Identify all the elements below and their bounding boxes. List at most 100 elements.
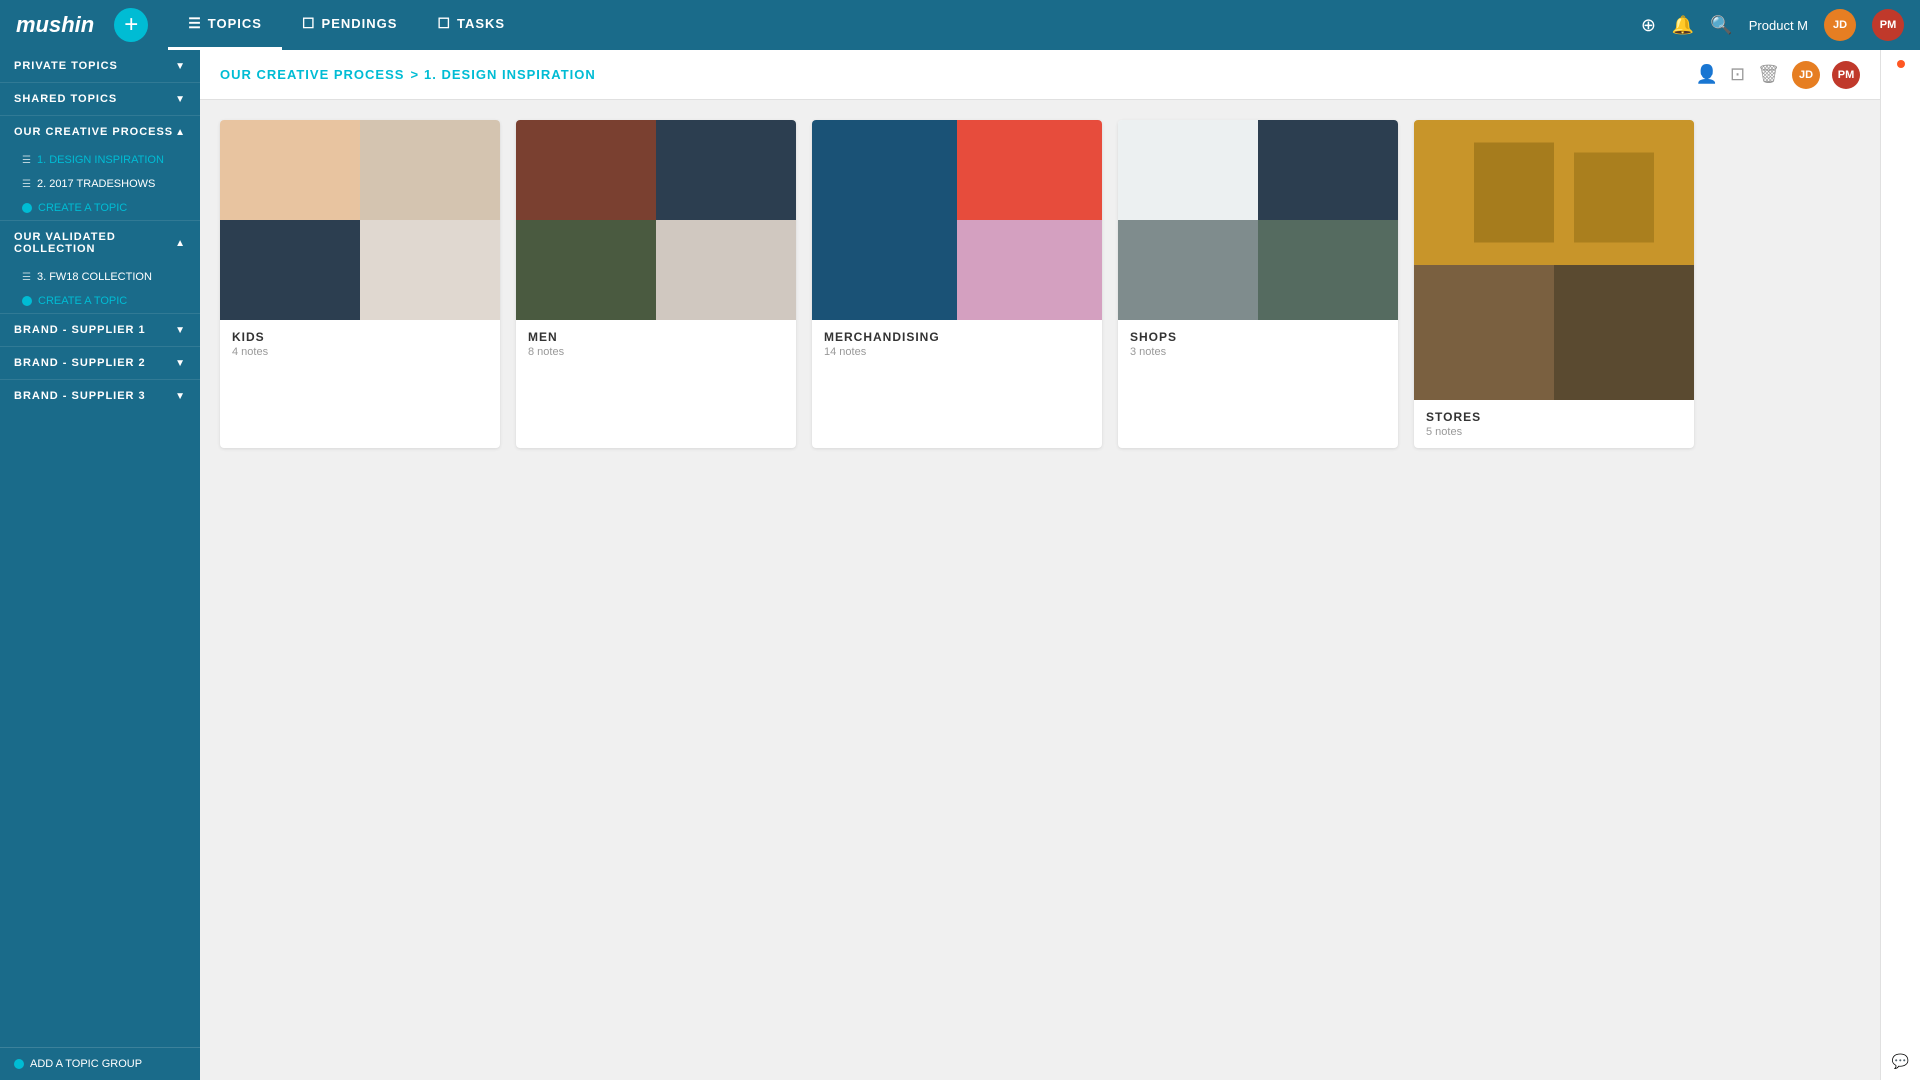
brand-supplier-3-label: BRAND - SUPPLIER 3 bbox=[14, 390, 146, 402]
merch-img-3 bbox=[957, 220, 1102, 320]
content-scroll[interactable]: KIDS 4 notes MEN 8 notes bbox=[200, 100, 1880, 1080]
private-topics-header[interactable]: PRIVATE TOPICS ▼ bbox=[0, 50, 200, 82]
notification-dot bbox=[1897, 60, 1905, 68]
doc-icon-3: ☰ bbox=[22, 272, 31, 283]
create-topic-btn-2[interactable]: CREATE A TOPIC bbox=[0, 289, 200, 313]
topic-shops-info: SHOPS 3 notes bbox=[1118, 320, 1398, 368]
breadcrumb: OUR CREATIVE PROCESS > 1. DESIGN INSPIRA… bbox=[220, 67, 596, 82]
tab-tasks[interactable]: ☐ TASKS bbox=[417, 0, 525, 50]
doc-icon-1: ☰ bbox=[22, 155, 31, 166]
topic-kids-notes: 4 notes bbox=[232, 346, 488, 358]
topic-kids-name: KIDS bbox=[232, 330, 488, 344]
topic-shops-notes: 3 notes bbox=[1130, 346, 1386, 358]
stores-img-3 bbox=[1554, 265, 1694, 400]
tab-topics-label: TOPICS bbox=[208, 16, 262, 31]
brand-supplier-2-header[interactable]: BRAND - SUPPLIER 2 ▼ bbox=[0, 346, 200, 379]
user-label: Product M bbox=[1749, 18, 1808, 33]
topic-card-shops[interactable]: SHOPS 3 notes bbox=[1118, 120, 1398, 448]
topic-men-notes: 8 notes bbox=[528, 346, 784, 358]
notification-icon[interactable]: 🔔 bbox=[1672, 15, 1694, 36]
shops-img-3 bbox=[1118, 220, 1258, 320]
kids-img-2 bbox=[360, 120, 500, 220]
shared-topics-label: SHARED TOPICS bbox=[14, 93, 117, 105]
tab-topics[interactable]: ☰ TOPICS bbox=[168, 0, 282, 50]
avatar-jd[interactable]: JD bbox=[1824, 9, 1856, 41]
topic-stores-notes: 5 notes bbox=[1426, 426, 1682, 438]
stores-img-2 bbox=[1414, 265, 1554, 400]
topics-grid: KIDS 4 notes MEN 8 notes bbox=[220, 120, 1860, 448]
topic-kids-info: KIDS 4 notes bbox=[220, 320, 500, 368]
add-button[interactable]: + bbox=[114, 8, 148, 42]
shared-topics-chevron: ▼ bbox=[175, 94, 186, 105]
add-topic-group-dot bbox=[14, 1059, 24, 1069]
topic-card-stores[interactable]: STORES 5 notes bbox=[1414, 120, 1694, 448]
our-validated-collection-header[interactable]: OUR VALIDATED COLLECTION ▲ bbox=[0, 220, 200, 265]
sidebar-item-design-inspiration[interactable]: ☰ 1. DESIGN INSPIRATION bbox=[0, 148, 200, 172]
pendings-icon: ☐ bbox=[302, 15, 316, 32]
stores-svg-bg bbox=[1414, 120, 1694, 265]
create-topic-btn-1[interactable]: CREATE A TOPIC bbox=[0, 196, 200, 220]
kids-img-1 bbox=[220, 120, 360, 220]
shops-img-2 bbox=[1258, 120, 1398, 220]
our-creative-process-chevron: ▲ bbox=[175, 127, 186, 138]
tradeshows-label: 2. 2017 TRADESHOWS bbox=[37, 178, 155, 190]
topic-card-merchandising[interactable]: MERCHANDISING 14 notes bbox=[812, 120, 1102, 448]
topic-card-men[interactable]: MEN 8 notes bbox=[516, 120, 796, 448]
shared-topics-header[interactable]: SHARED TOPICS ▼ bbox=[0, 82, 200, 115]
topics-icon: ☰ bbox=[188, 15, 202, 32]
right-panel: 💬 bbox=[1880, 50, 1920, 1080]
header-avatar-pm[interactable]: PM bbox=[1832, 61, 1860, 89]
brand-supplier-2-chevron: ▼ bbox=[175, 358, 186, 369]
sidebar-item-tradeshows[interactable]: ☰ 2. 2017 TRADESHOWS bbox=[0, 172, 200, 196]
men-img-1 bbox=[516, 120, 656, 220]
our-creative-process-header[interactable]: OUR CREATIVE PROCESS ▲ bbox=[0, 115, 200, 148]
fw18-label: 3. FW18 COLLECTION bbox=[37, 271, 152, 283]
shops-img-1 bbox=[1118, 120, 1258, 220]
shops-img-4 bbox=[1258, 220, 1398, 320]
topic-card-men-images bbox=[516, 120, 796, 320]
topic-card-stores-images bbox=[1414, 120, 1694, 400]
brand-supplier-2-label: BRAND - SUPPLIER 2 bbox=[14, 357, 146, 369]
nav-tabs: ☰ TOPICS ☐ PENDINGS ☐ TASKS bbox=[168, 0, 525, 50]
men-img-4 bbox=[656, 220, 796, 320]
kids-img-4 bbox=[360, 220, 500, 320]
our-validated-collection-chevron: ▲ bbox=[175, 238, 186, 249]
content-header: OUR CREATIVE PROCESS > 1. DESIGN INSPIRA… bbox=[200, 50, 1880, 100]
nav-right-actions: ⊕ 🔔 🔍 Product M JD PM bbox=[1641, 9, 1904, 41]
tab-pendings[interactable]: ☐ PENDINGS bbox=[282, 0, 417, 50]
brand-supplier-1-chevron: ▼ bbox=[175, 325, 186, 336]
main-layout: PRIVATE TOPICS ▼ SHARED TOPICS ▼ OUR CRE… bbox=[0, 50, 1920, 1080]
breadcrumb-separator: > bbox=[410, 67, 418, 82]
men-img-2 bbox=[656, 120, 796, 220]
search-icon[interactable]: 🔍 bbox=[1710, 15, 1732, 36]
tab-tasks-label: TASKS bbox=[457, 16, 505, 31]
app-logo: mushin bbox=[16, 12, 94, 38]
avatar-pm[interactable]: PM bbox=[1872, 9, 1904, 41]
add-topic-group-label: ADD A TOPIC GROUP bbox=[30, 1058, 142, 1070]
brand-supplier-1-header[interactable]: BRAND - SUPPLIER 1 ▼ bbox=[0, 313, 200, 346]
delete-action-icon[interactable]: 🗑 bbox=[1757, 64, 1780, 85]
header-avatar-jd[interactable]: JD bbox=[1792, 61, 1820, 89]
chat-icon[interactable]: 💬 bbox=[1892, 1053, 1909, 1070]
top-navigation: mushin + ☰ TOPICS ☐ PENDINGS ☐ TASKS ⊕ 🔔… bbox=[0, 0, 1920, 50]
tab-pendings-label: PENDINGS bbox=[322, 16, 398, 31]
pinterest-icon[interactable]: ⊕ bbox=[1641, 15, 1656, 36]
breadcrumb-current: 1. DESIGN INSPIRATION bbox=[424, 67, 596, 82]
doc-icon-2: ☰ bbox=[22, 179, 31, 190]
brand-supplier-3-chevron: ▼ bbox=[175, 391, 186, 402]
add-topic-group-btn[interactable]: ADD A TOPIC GROUP bbox=[0, 1047, 200, 1080]
merch-img-2 bbox=[957, 120, 1102, 220]
breadcrumb-parent[interactable]: OUR CREATIVE PROCESS bbox=[220, 67, 404, 82]
stores-img-1 bbox=[1414, 120, 1694, 265]
share-action-icon[interactable]: ⊡ bbox=[1730, 64, 1745, 85]
brand-supplier-3-header[interactable]: BRAND - SUPPLIER 3 ▼ bbox=[0, 379, 200, 412]
header-actions: 👤 ⊡ 🗑 JD PM bbox=[1696, 61, 1860, 89]
topic-stores-name: STORES bbox=[1426, 410, 1682, 424]
topic-card-kids[interactable]: KIDS 4 notes bbox=[220, 120, 500, 448]
topic-men-info: MEN 8 notes bbox=[516, 320, 796, 368]
tasks-icon: ☐ bbox=[437, 15, 451, 32]
create-topic-dot-2 bbox=[22, 296, 32, 306]
user-action-icon[interactable]: 👤 bbox=[1696, 64, 1718, 85]
content-area: OUR CREATIVE PROCESS > 1. DESIGN INSPIRA… bbox=[200, 50, 1880, 1080]
sidebar-item-fw18[interactable]: ☰ 3. FW18 COLLECTION bbox=[0, 265, 200, 289]
